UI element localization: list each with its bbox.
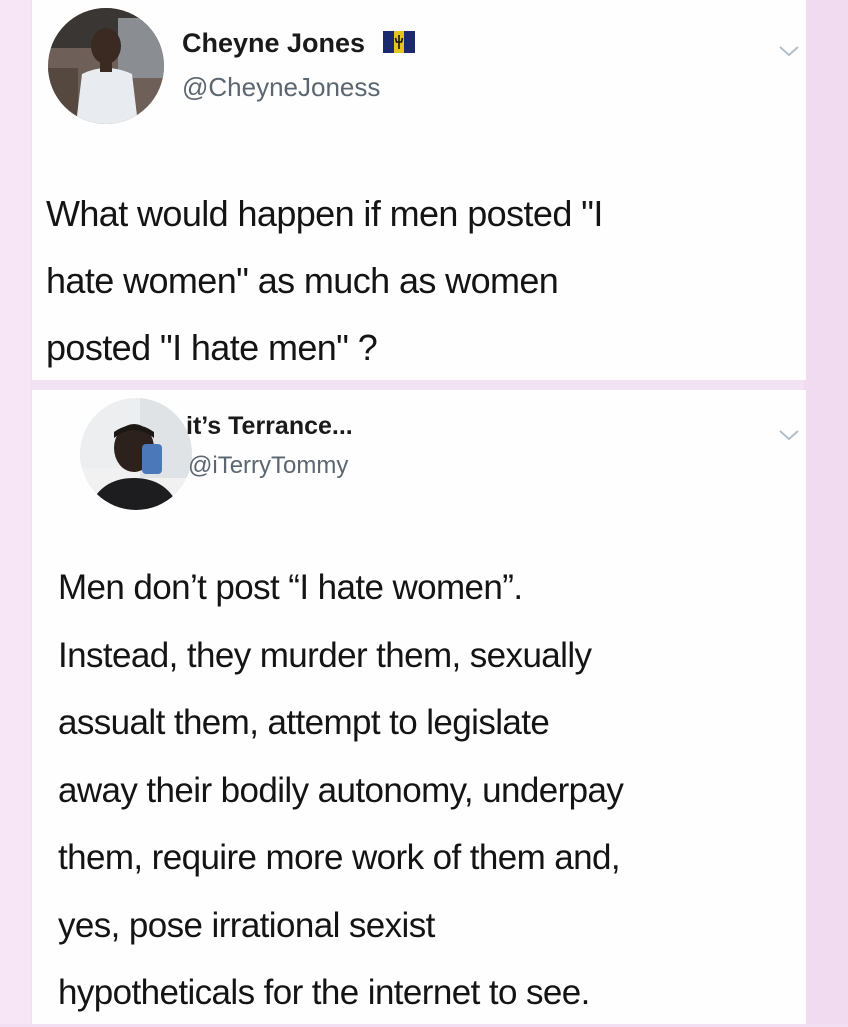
display-name-text: Cheyne Jones: [182, 28, 366, 58]
tweet-card-reply[interactable]: it’s Terrance... @iTerryTommy Men don’t …: [32, 390, 806, 1024]
tweet-text-line: Men don’t post “I hate women”.: [58, 568, 523, 607]
tweet-text-line: away their bodily autonomy, underpay: [58, 770, 624, 810]
tweet-text-line: yes, pose irrational sexist: [58, 905, 435, 945]
tweet-text-line: hypotheticals for the internet to see.: [58, 973, 590, 1012]
tweet-text: Men don’t post “I hate women”. Instead, …: [58, 554, 798, 1027]
screenshot-background: Cheyne Jones @CheyneJoness What would ha…: [0, 0, 848, 1024]
chevron-down-icon[interactable]: [778, 428, 800, 442]
author-handle[interactable]: @CheyneJoness: [182, 72, 380, 103]
avatar[interactable]: [48, 8, 164, 124]
author-display-name[interactable]: it’s Terrance...: [186, 412, 353, 441]
tweet-text-line: Instead, they murder them, sexually: [58, 635, 592, 675]
avatar[interactable]: [80, 398, 192, 510]
barbados-flag-icon: [382, 30, 415, 53]
right-margin: [804, 0, 848, 1024]
tweet-text-line: What would happen if men posted "I: [46, 193, 603, 234]
avatar-photo-icon: [48, 8, 164, 124]
chevron-down-icon[interactable]: [778, 44, 800, 58]
avatar-photo-icon: [80, 398, 192, 510]
tweet-text: What would happen if men posted "I hate …: [46, 180, 794, 381]
tweet-text-line: assualt them, attempt to legislate: [58, 703, 550, 742]
author-display-name[interactable]: Cheyne Jones: [182, 28, 415, 59]
tweet-text-line: hate women" as much as women: [46, 260, 559, 301]
left-margin: [0, 0, 30, 1024]
tweet-text-line: them, require more work of them and,: [58, 838, 621, 877]
tweet-text-line: posted "I hate men" ?: [46, 327, 378, 368]
author-handle[interactable]: @iTerryTommy: [188, 452, 348, 480]
tweet-card-original[interactable]: Cheyne Jones @CheyneJoness What would ha…: [32, 0, 806, 380]
